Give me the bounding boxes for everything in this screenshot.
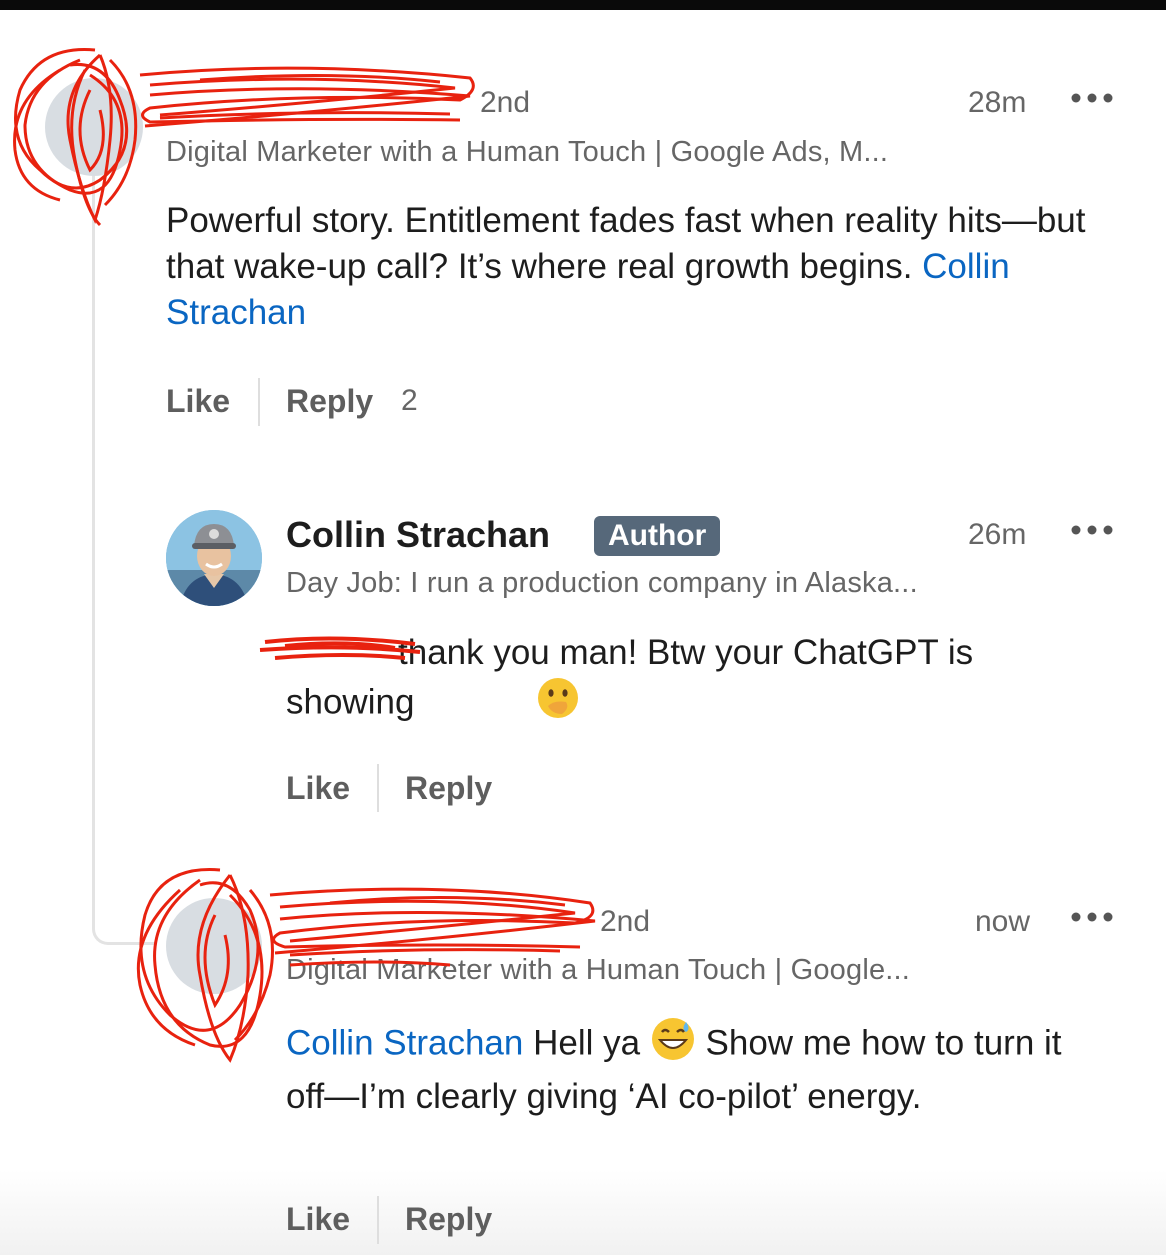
reply-button[interactable]: Reply: [405, 1201, 492, 1238]
top-bar: [0, 0, 1166, 10]
comment-text-part1: Hell ya: [533, 1023, 641, 1063]
comment-body: Powerful story. Entitlement fades fast w…: [166, 198, 1096, 336]
commenter-headline: Digital Marketer with a Human Touch | Go…: [286, 954, 911, 986]
action-divider: [377, 1196, 379, 1244]
action-divider: [258, 378, 260, 426]
comment-timestamp: 26m: [968, 518, 1027, 551]
reply-button[interactable]: Reply: [286, 383, 373, 420]
more-options-icon[interactable]: [1070, 84, 1114, 115]
more-options-icon[interactable]: [1070, 903, 1114, 934]
commenter-headline: Digital Marketer with a Human Touch | Go…: [166, 136, 889, 168]
author-name[interactable]: Collin Strachan: [286, 514, 550, 556]
thread-line: [92, 170, 155, 945]
comment-timestamp: 28m: [968, 86, 1027, 119]
author-headline: Day Job: I run a production company in A…: [286, 567, 918, 599]
comment-body: thank you man! Btw your ChatGPT is showi…: [286, 630, 1096, 732]
author-avatar[interactable]: [166, 510, 262, 606]
like-button[interactable]: Like: [286, 770, 350, 807]
reply-button[interactable]: Reply: [405, 770, 492, 807]
connection-degree: 2nd: [600, 905, 651, 938]
grinning-face-with-sweat-icon: [650, 1016, 696, 1074]
more-options-icon[interactable]: [1070, 516, 1114, 547]
reply-count: 2: [401, 384, 418, 417]
author-badge: Author: [594, 516, 721, 556]
connection-degree: 2nd: [480, 86, 531, 119]
mention-link[interactable]: Collin Strachan: [286, 1023, 523, 1062]
action-divider: [377, 764, 379, 812]
commenter-avatar[interactable]: [45, 78, 143, 176]
face-with-hand-over-mouth-icon: [424, 676, 580, 732]
commenter-avatar[interactable]: [166, 898, 262, 994]
like-button[interactable]: Like: [286, 1201, 350, 1238]
comment-timestamp: now: [975, 905, 1031, 938]
like-button[interactable]: Like: [166, 383, 230, 420]
bottom-fade: [0, 1170, 1166, 1255]
comment-body: Collin Strachan Hell ya Show me how to t…: [286, 1016, 1096, 1120]
comment-text: thank you man! Btw your ChatGPT is showi…: [286, 633, 974, 722]
